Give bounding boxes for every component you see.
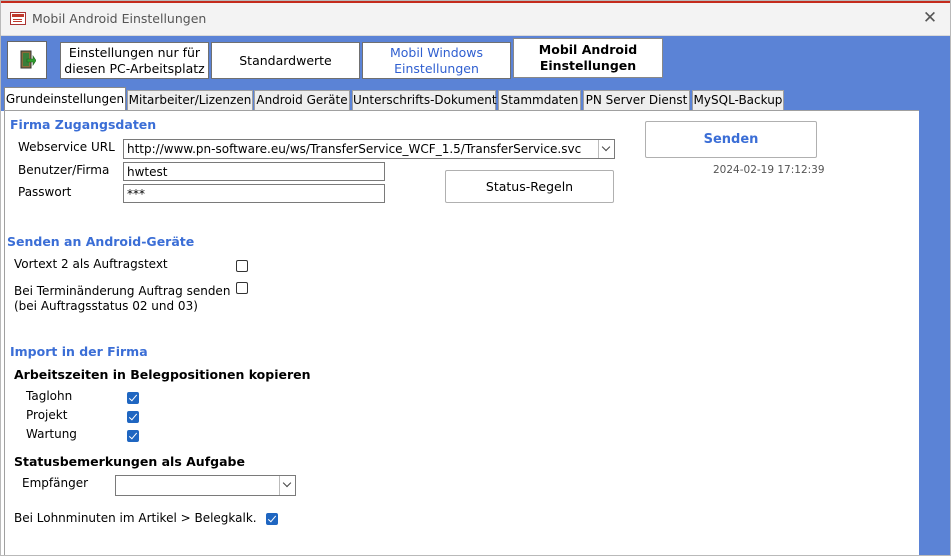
arbeitszeiten-heading: Arbeitszeiten in Belegpositionen kopiere… (14, 367, 311, 382)
send-timestamp: 2024-02-19 17:12:39 (713, 164, 825, 176)
mobile-android-button[interactable]: Mobil Android Einstellungen (513, 38, 663, 78)
webservice-url-combo[interactable]: http://www.pn-software.eu/ws/TransferSer… (123, 139, 615, 159)
mobile-windows-label-1: Mobil Windows (389, 44, 484, 60)
vortext-checkbox[interactable] (236, 260, 248, 272)
webservice-url-value: http://www.pn-software.eu/ws/TransferSer… (127, 142, 582, 156)
user-field[interactable]: hwtest (123, 162, 385, 181)
android-heading: Senden an Android-Geräte (7, 234, 195, 249)
form-icon (10, 12, 26, 25)
status-heading: Statusbemerkungen als Aufgabe (14, 454, 245, 469)
chevron-down-icon[interactable] (279, 476, 295, 495)
chevron-down-icon[interactable] (598, 140, 614, 158)
tab-stammdaten[interactable]: Stammdaten (498, 90, 581, 110)
settings-window: Mobil Android Einstellungen ✕ Einstellun… (0, 0, 951, 556)
tab-unterschrifts-dokument[interactable]: Unterschrifts-Dokument (352, 90, 497, 110)
tab-grundeinstellungen[interactable]: Grundeinstellungen (4, 87, 126, 111)
tab-android-geraete[interactable]: Android Geräte (254, 90, 350, 110)
tab-mysql-backup[interactable]: MySQL-Backup (692, 90, 784, 110)
title-bar: Mobil Android Einstellungen ✕ (1, 3, 950, 36)
defaults-label: Standardwerte (239, 52, 332, 68)
tab-pn-server[interactable]: PN Server Dienst (583, 90, 690, 110)
password-label: Passwort (18, 185, 72, 199)
taglohn-label: Taglohn (26, 389, 73, 403)
wartung-checkbox[interactable] (127, 430, 139, 442)
exit-door-icon (20, 50, 36, 69)
termin-checkbox[interactable] (236, 282, 248, 294)
projekt-label: Projekt (26, 408, 68, 422)
mobile-android-label-2: Einstellungen (539, 58, 637, 73)
mobile-windows-label-2: Einstellungen (394, 60, 479, 76)
mobile-android-label-1: Mobil Android (538, 42, 638, 57)
mobile-windows-button[interactable]: Mobil Windows Einstellungen (362, 42, 511, 79)
tab-mitarbeiter[interactable]: Mitarbeiter/Lizenzen (127, 90, 253, 110)
empfaenger-label: Empfänger (22, 476, 89, 490)
termin-label-line1: Bei Terminänderung Auftrag senden (14, 284, 231, 298)
pc-settings-label-1: Einstellungen nur für (68, 44, 201, 60)
right-band (919, 110, 950, 555)
window-title: Mobil Android Einstellungen (32, 11, 207, 26)
pc-settings-button[interactable]: Einstellungen nur für diesen PC-Arbeitsp… (60, 42, 209, 79)
lohn-checkbox[interactable] (266, 513, 278, 525)
close-icon[interactable]: ✕ (918, 7, 942, 29)
pc-settings-label-2: diesen PC-Arbeitsplatz (64, 60, 205, 76)
import-heading: Import in der Firma (10, 344, 148, 359)
termin-label-line2: (bei Auftragsstatus 02 und 03) (14, 299, 198, 313)
projekt-checkbox[interactable] (127, 411, 139, 423)
defaults-button[interactable]: Standardwerte (211, 42, 360, 79)
exit-button[interactable] (7, 41, 47, 79)
url-label: Webservice URL (18, 140, 115, 154)
empfaenger-combo[interactable] (115, 475, 296, 496)
taglohn-checkbox[interactable] (127, 392, 139, 404)
user-label: Benutzer/Firma (18, 163, 110, 177)
status-rules-button[interactable]: Status-Regeln (445, 170, 614, 203)
password-field[interactable]: *** (123, 184, 385, 203)
firma-heading: Firma Zugangsdaten (10, 117, 157, 132)
wartung-label: Wartung (26, 427, 77, 441)
vortext-label: Vortext 2 als Auftragstext (14, 257, 168, 271)
send-button[interactable]: Senden (645, 121, 817, 158)
lohn-label: Bei Lohnminuten im Artikel > Belegkalk. (14, 511, 257, 525)
